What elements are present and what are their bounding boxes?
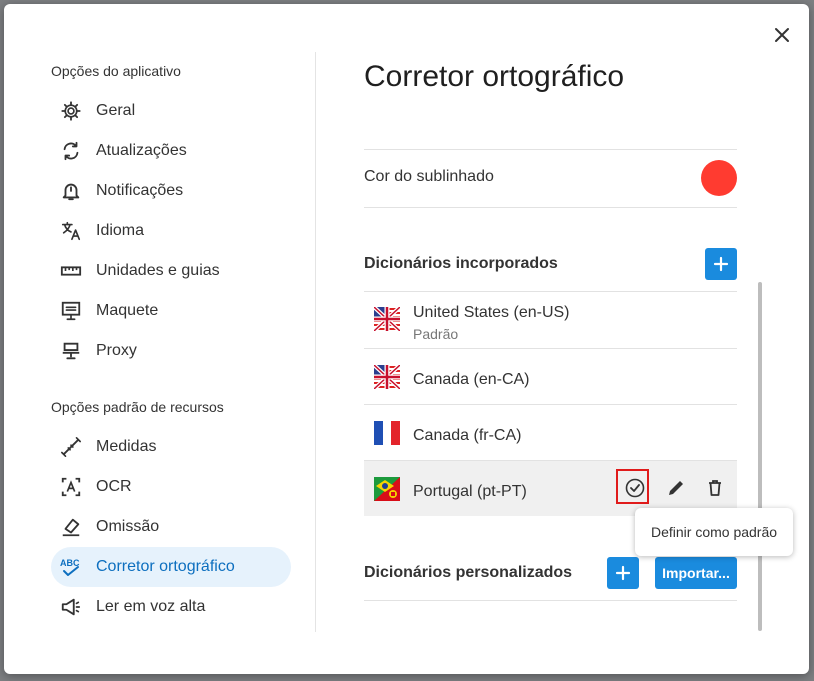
sidebar-item-label: Medidas <box>96 438 157 455</box>
dictionary-default-badge: Padrão <box>413 326 459 342</box>
sidebar-item-label: Geral <box>96 102 136 119</box>
sidebar: Opções do aplicativo Geral Atualizações … <box>51 4 321 674</box>
brazil-portugal-flag-icon <box>374 477 400 501</box>
scrollbar[interactable] <box>758 282 762 631</box>
trash-icon <box>709 480 721 496</box>
add-custom-dictionary-button[interactable] <box>607 557 639 589</box>
measure-icon <box>59 435 83 459</box>
sidebar-item-maquete[interactable]: Maquete <box>51 291 291 331</box>
sidebar-item-corretor[interactable]: ABC Corretor ortográfico <box>51 547 291 587</box>
main-content: Corretor ortográfico Cor do sublinhado D… <box>364 4 737 674</box>
preferences-dialog: Opções do aplicativo Geral Atualizações … <box>4 4 809 674</box>
divider <box>364 207 737 208</box>
sidebar-item-label: Proxy <box>96 342 137 359</box>
sidebar-item-label: Corretor ortográfico <box>96 558 235 575</box>
sidebar-item-label: Ler em voz alta <box>96 598 206 615</box>
pencil-icon <box>669 481 683 495</box>
france-flag-icon <box>374 421 400 445</box>
sidebar-item-label: OCR <box>96 478 132 495</box>
tooltip: Definir como padrão <box>635 508 793 556</box>
edit-button[interactable] <box>660 472 692 504</box>
bell-icon <box>59 179 83 203</box>
refresh-icon <box>59 139 83 163</box>
close-button[interactable] <box>767 20 797 50</box>
sidebar-item-ocr[interactable]: OCR <box>51 467 291 507</box>
sidebar-item-label: Unidades e guias <box>96 262 220 279</box>
sidebar-divider <box>315 52 316 632</box>
close-icon <box>775 28 789 42</box>
sidebar-item-label: Idioma <box>96 222 145 239</box>
dictionary-name: Canada (en-CA) <box>413 371 530 388</box>
svg-text:ABC: ABC <box>60 558 80 568</box>
us-uk-flag-icon <box>374 307 400 331</box>
feature-options-heading: Opções padrão de recursos <box>51 399 224 415</box>
easel-icon <box>59 299 83 323</box>
list-item[interactable]: Canada (fr-CA) <box>364 405 737 460</box>
translate-icon <box>59 219 83 243</box>
sidebar-item-unidades[interactable]: Unidades e guias <box>51 251 291 291</box>
ruler-icon <box>59 259 83 283</box>
eraser-icon <box>59 515 83 539</box>
megaphone-icon <box>59 595 83 619</box>
abc-check-icon: ABC <box>59 555 83 579</box>
sidebar-item-label: Atualizações <box>96 142 187 159</box>
underline-color-label: Cor do sublinhado <box>364 168 494 185</box>
sidebar-item-medidas[interactable]: Medidas <box>51 427 291 467</box>
dictionary-name: United States (en-US) <box>413 304 570 321</box>
builtin-dictionaries-title: Dicionários incorporados <box>364 255 558 272</box>
list-item[interactable]: Canada (en-CA) <box>364 349 737 404</box>
sidebar-item-label: Omissão <box>96 518 160 535</box>
plus-icon <box>615 565 631 581</box>
sidebar-item-geral[interactable]: Geral <box>51 91 291 131</box>
delete-button[interactable] <box>699 472 731 504</box>
ocr-icon <box>59 475 83 499</box>
dictionary-name: Portugal (pt-PT) <box>413 483 527 500</box>
plus-icon <box>713 256 729 272</box>
add-builtin-dictionary-button[interactable] <box>705 248 737 280</box>
network-icon <box>59 339 83 363</box>
divider <box>364 149 737 150</box>
custom-dictionaries-title: Dicionários personalizados <box>364 564 573 581</box>
sidebar-item-label: Maquete <box>96 302 159 319</box>
page-title: Corretor ortográfico <box>364 60 625 93</box>
sidebar-item-label: Notificações <box>96 182 184 199</box>
check-circle-icon <box>625 478 645 498</box>
sidebar-item-omissao[interactable]: Omissão <box>51 507 291 547</box>
sidebar-item-proxy[interactable]: Proxy <box>51 331 291 371</box>
app-options-heading: Opções do aplicativo <box>51 63 181 79</box>
us-uk-flag-icon <box>374 365 400 389</box>
gear-icon <box>59 99 83 123</box>
sidebar-item-ler-voz[interactable]: Ler em voz alta <box>51 587 291 627</box>
sidebar-item-idioma[interactable]: Idioma <box>51 211 291 251</box>
list-item[interactable]: United States (en-US) Padrão <box>364 292 737 347</box>
divider <box>364 600 737 601</box>
set-default-button[interactable] <box>619 472 651 504</box>
sidebar-item-atualizacoes[interactable]: Atualizações <box>51 131 291 171</box>
import-button[interactable]: Importar... <box>655 557 737 589</box>
dictionary-name: Canada (fr-CA) <box>413 427 522 444</box>
sidebar-item-notificacoes[interactable]: Notificações <box>51 171 291 211</box>
underline-color-swatch[interactable] <box>701 160 737 196</box>
